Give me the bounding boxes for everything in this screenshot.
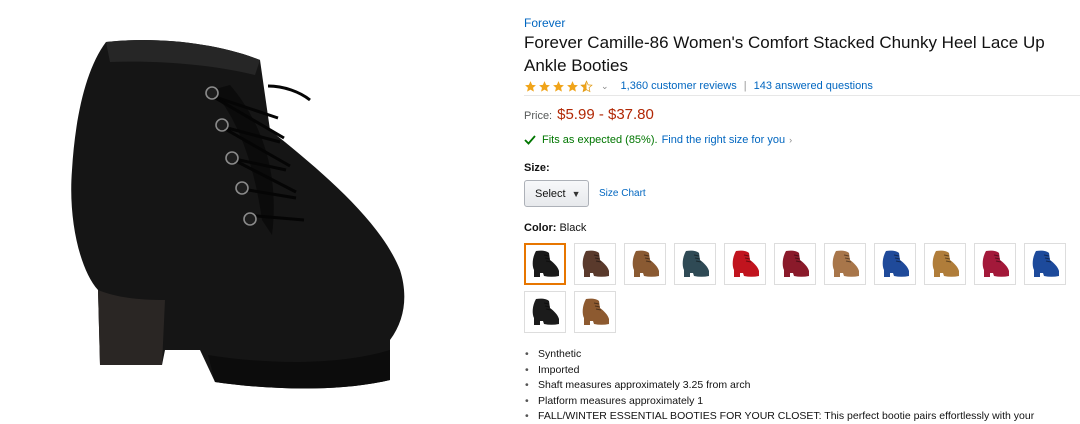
color-swatch-black[interactable] xyxy=(524,243,566,285)
size-chart-link[interactable]: Size Chart xyxy=(599,188,646,199)
separator: | xyxy=(743,80,747,92)
star-icon xyxy=(567,80,578,92)
fit-row: Fits as expected (85%). Find the right s… xyxy=(524,134,792,146)
star-icon xyxy=(553,80,564,92)
color-swatch-brown[interactable] xyxy=(574,243,616,285)
size-select-value: Select xyxy=(535,187,566,200)
color-swatch-leopard[interactable] xyxy=(924,243,966,285)
color-label: Color: xyxy=(524,222,557,234)
color-swatch-wine[interactable] xyxy=(974,243,1016,285)
price-value: $5.99 - $37.80 xyxy=(557,106,654,123)
half-star-icon xyxy=(580,79,593,92)
bullet-item: Platform measures approximately 1 xyxy=(524,394,1080,410)
boot-thumbnail-icon xyxy=(932,250,959,277)
color-swatch-light-tan[interactable] xyxy=(824,243,866,285)
color-swatch-camel[interactable] xyxy=(574,291,616,333)
boot-thumbnail-icon xyxy=(882,250,909,277)
bullet-item: Synthetic xyxy=(524,347,1080,363)
boot-thumbnail-icon xyxy=(782,250,809,277)
price-row: Price: $5.99 - $37.80 xyxy=(524,106,654,123)
color-value: Black xyxy=(559,222,587,234)
boot-thumbnail-icon xyxy=(832,250,859,277)
star-rating[interactable] xyxy=(524,79,593,93)
checkmark-icon xyxy=(524,135,536,145)
product-title: Forever Camille-86 Women's Comfort Stack… xyxy=(524,33,1045,75)
boot-thumbnail-icon xyxy=(632,250,659,277)
color-swatch-teal[interactable] xyxy=(674,243,716,285)
color-swatch-royal-blue[interactable] xyxy=(1024,243,1066,285)
boot-thumbnail-icon xyxy=(982,250,1009,277)
boot-thumbnail-icon xyxy=(682,250,709,277)
boot-thumbnail-icon xyxy=(532,250,559,277)
bullet-item: Shaft measures approximately 3.25 from a… xyxy=(524,378,1080,394)
color-row: Color: Black xyxy=(524,222,586,234)
ankle-boot-image[interactable] xyxy=(40,20,420,410)
bullet-item: Imported xyxy=(524,363,1080,379)
chevron-down-icon[interactable]: ⌄ xyxy=(601,81,609,92)
color-swatch-blue[interactable] xyxy=(874,243,916,285)
bullet-item: FALL/WINTER ESSENTIAL BOOTIES FOR YOUR C… xyxy=(524,409,1080,424)
boot-thumbnail-icon xyxy=(532,298,559,325)
size-finder-link[interactable]: Find the right size for you xyxy=(662,134,786,146)
size-select[interactable]: Select ▼ xyxy=(524,180,589,207)
product-image-pane[interactable] xyxy=(0,0,500,424)
fit-text: Fits as expected (85%). xyxy=(542,134,658,146)
reviews-link[interactable]: 1,360 customer reviews xyxy=(621,80,737,92)
rating-row: ⌄ 1,360 customer reviews | 143 answered … xyxy=(524,78,873,94)
color-swatch-tan[interactable] xyxy=(624,243,666,285)
boot-thumbnail-icon xyxy=(582,250,609,277)
color-swatch-black-2[interactable] xyxy=(524,291,566,333)
chevron-right-icon[interactable]: › xyxy=(789,135,792,145)
color-swatch-red[interactable] xyxy=(724,243,766,285)
size-label: Size: xyxy=(524,162,550,174)
boot-thumbnail-icon xyxy=(1032,250,1059,277)
brand-link[interactable]: Forever xyxy=(524,16,565,30)
feature-bullets: Synthetic Imported Shaft measures approx… xyxy=(524,347,1080,424)
star-icon xyxy=(525,80,536,92)
questions-link[interactable]: 143 answered questions xyxy=(754,80,873,92)
star-icon xyxy=(539,80,550,92)
boot-thumbnail-icon xyxy=(732,250,759,277)
divider xyxy=(524,95,1080,96)
color-swatch-burgundy[interactable] xyxy=(774,243,816,285)
price-label: Price: xyxy=(524,110,553,122)
chevron-down-icon: ▼ xyxy=(571,188,581,199)
boot-thumbnail-icon xyxy=(582,298,609,325)
